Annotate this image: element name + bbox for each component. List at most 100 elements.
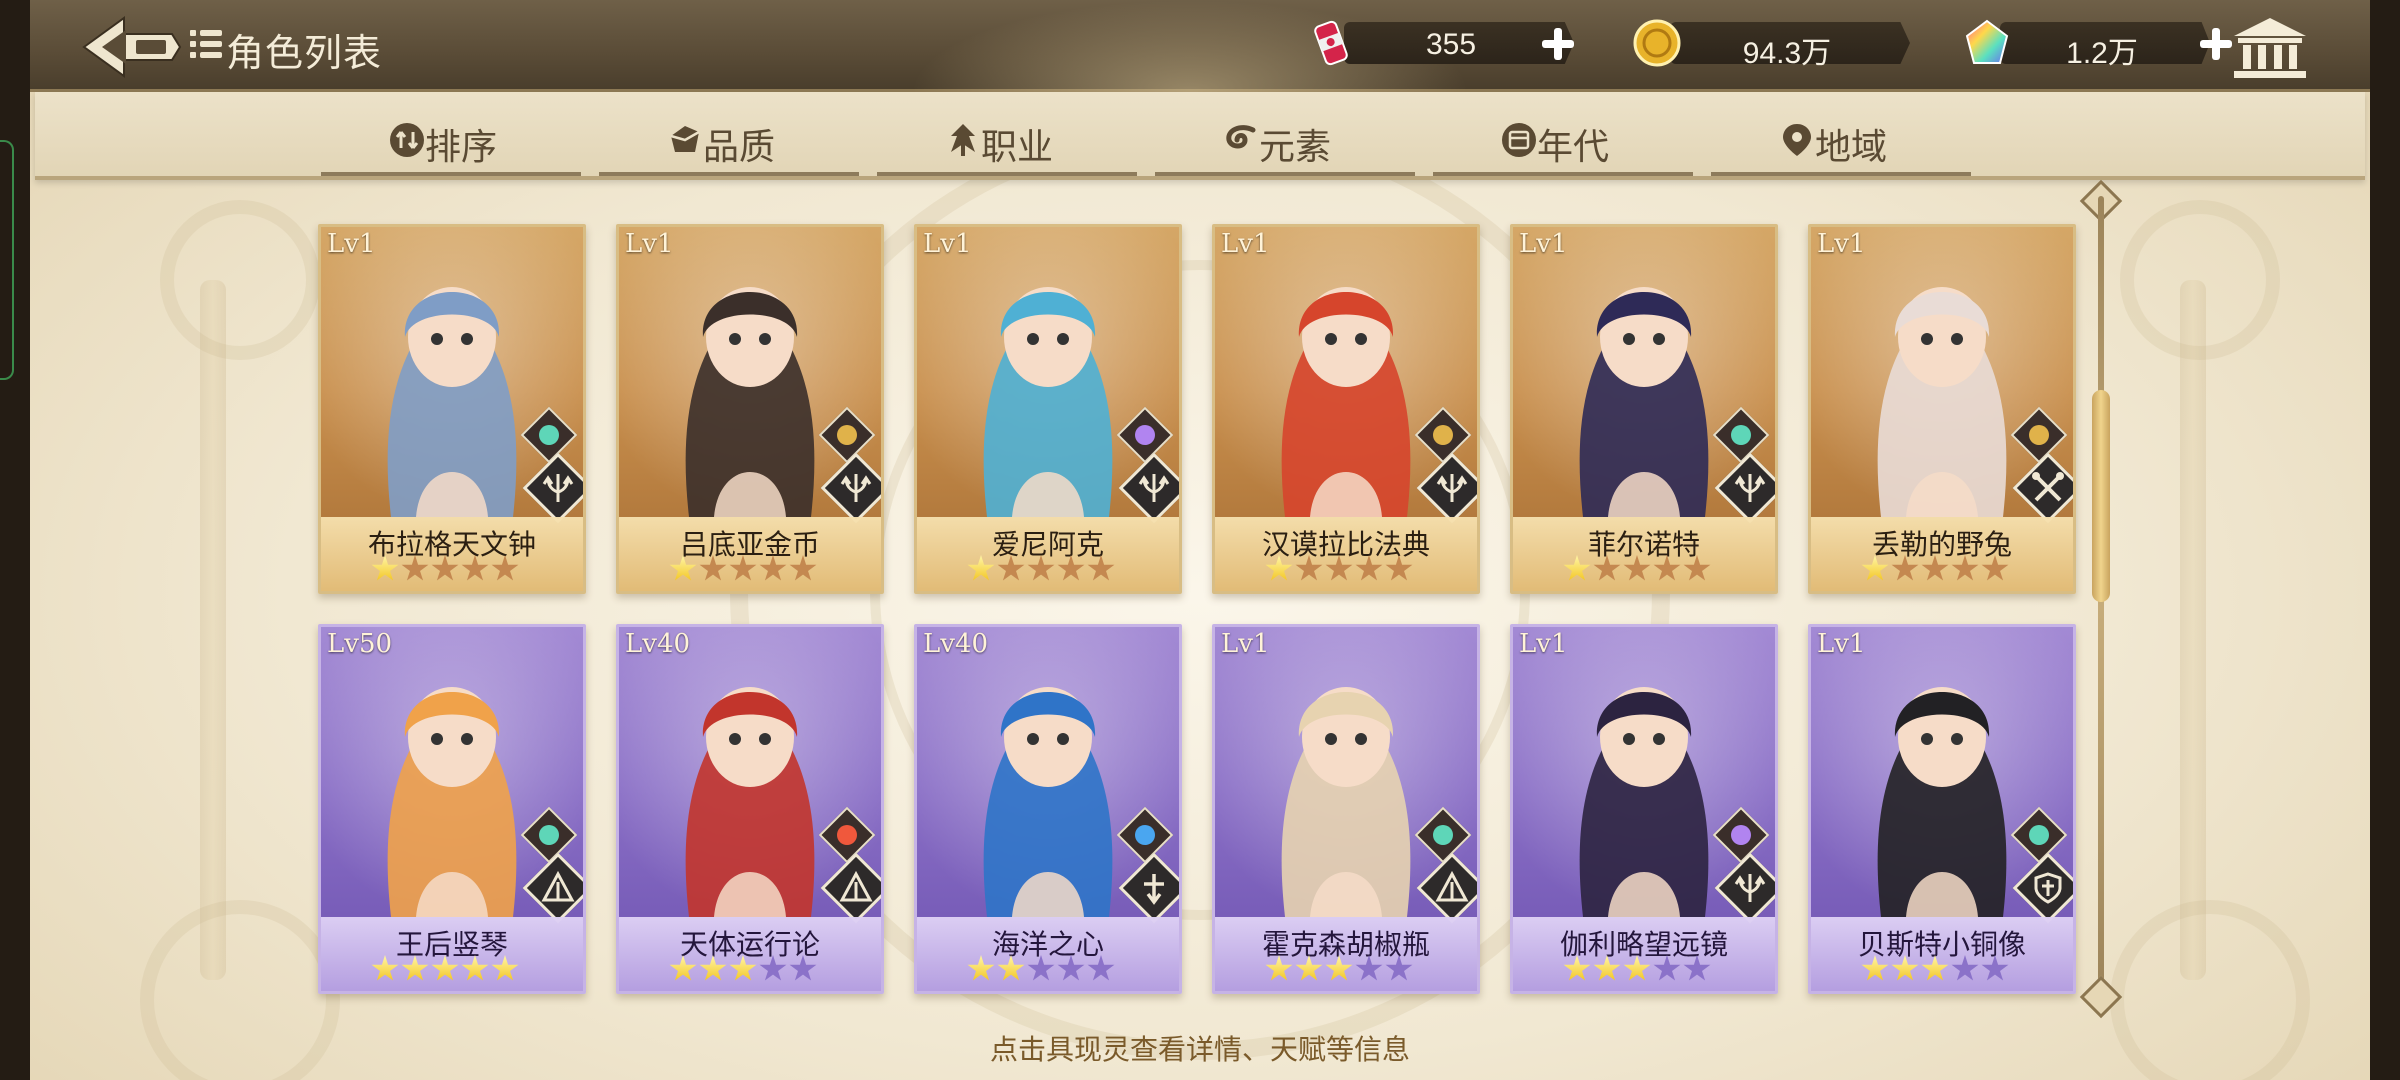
level-label: Lv1 xyxy=(327,229,376,259)
star-rating xyxy=(967,555,1147,585)
level-label: Lv40 xyxy=(923,629,989,659)
star-icon xyxy=(669,955,697,981)
star-icon xyxy=(1265,955,1293,981)
star-icon xyxy=(1355,555,1383,581)
star-icon xyxy=(1951,955,1979,981)
gold-coin-icon xyxy=(1633,19,1681,67)
star-icon xyxy=(1891,555,1919,581)
star-icon xyxy=(1295,555,1323,581)
star-icon xyxy=(1385,955,1413,981)
filter-bar: 排序 品质 职业 元素 年代 地域 xyxy=(35,92,2365,180)
star-icon xyxy=(669,555,697,581)
back-button[interactable] xyxy=(80,14,190,80)
star-icon xyxy=(1087,555,1115,581)
resource-gems: 1.2万 xyxy=(1962,18,2242,70)
character-card[interactable]: Lv50 王后竖琴 xyxy=(318,624,586,994)
star-icon xyxy=(1295,955,1323,981)
star-icon xyxy=(1563,955,1591,981)
filter-era[interactable]: 年代 xyxy=(1433,92,1693,176)
star-rating xyxy=(1265,555,1445,585)
star-icon xyxy=(759,555,787,581)
star-icon xyxy=(431,955,459,981)
character-card[interactable]: Lv40 海洋之心 xyxy=(914,624,1182,994)
star-icon xyxy=(1623,955,1651,981)
star-icon xyxy=(431,555,459,581)
star-icon xyxy=(461,555,489,581)
bank-button[interactable] xyxy=(2230,14,2310,80)
filter-quality[interactable]: 品质 xyxy=(599,92,859,176)
level-label: Lv1 xyxy=(1519,629,1568,659)
list-icon xyxy=(190,30,222,62)
level-label: Lv50 xyxy=(327,629,393,659)
star-rating xyxy=(669,955,849,985)
star-icon xyxy=(729,555,757,581)
top-bar: 角色列表 355 94.3万 1.2万 xyxy=(30,0,2370,92)
character-card[interactable]: Lv1 吕底亚金币 xyxy=(616,224,884,594)
star-rating xyxy=(1563,555,1743,585)
scrollbar-thumb[interactable] xyxy=(2092,390,2110,603)
filter-region[interactable]: 地域 xyxy=(1711,92,1971,176)
star-icon xyxy=(997,555,1025,581)
calendar-icon xyxy=(1502,123,1536,157)
star-rating xyxy=(1861,955,2041,985)
level-label: Lv1 xyxy=(625,229,674,259)
star-icon xyxy=(491,555,519,581)
star-icon xyxy=(699,555,727,581)
star-rating xyxy=(1563,955,1743,985)
character-card[interactable]: Lv1 菲尔诺特 xyxy=(1510,224,1778,594)
star-icon xyxy=(1891,955,1919,981)
filter-sort[interactable]: 排序 xyxy=(321,92,581,176)
gem-quality-icon xyxy=(670,126,700,152)
level-label: Lv1 xyxy=(1221,229,1270,259)
star-icon xyxy=(491,955,519,981)
star-icon xyxy=(1355,955,1383,981)
hint-text: 点击具现灵查看详情、天赋等信息 xyxy=(989,1034,1410,1065)
star-icon xyxy=(1057,955,1085,981)
star-icon xyxy=(729,955,757,981)
add-stamina-button[interactable] xyxy=(1538,24,1578,64)
gold-value: 94.3万 xyxy=(1742,37,1832,70)
star-icon xyxy=(1087,955,1115,981)
filter-class-label: 职业 xyxy=(981,126,1054,167)
bank-building-icon xyxy=(2234,18,2306,78)
star-icon xyxy=(1861,955,1889,981)
character-card[interactable]: Lv1 霍克森胡椒瓶 xyxy=(1212,624,1480,994)
left-pillar-ornament xyxy=(200,280,226,980)
star-icon xyxy=(967,555,995,581)
character-card[interactable]: Lv1 伽利略望远镜 xyxy=(1510,624,1778,994)
side-handle[interactable] xyxy=(0,140,14,380)
character-card[interactable]: Lv40 天体运行论 xyxy=(616,624,884,994)
filter-class[interactable]: 职业 xyxy=(877,92,1137,176)
star-icon xyxy=(1921,955,1949,981)
screen-right-edge xyxy=(2370,0,2400,1080)
character-card[interactable]: Lv1 贝斯特小铜像 xyxy=(1808,624,2076,994)
star-icon xyxy=(401,555,429,581)
star-icon xyxy=(1861,555,1889,581)
star-icon xyxy=(1981,555,2009,581)
character-card[interactable]: Lv1 汉谟拉比法典 xyxy=(1212,224,1480,594)
character-card[interactable]: Lv1 布拉格天文钟 xyxy=(318,224,586,594)
resource-gold: 94.3万 xyxy=(1632,18,1912,70)
class-icon xyxy=(951,124,975,156)
star-icon xyxy=(1623,555,1651,581)
star-rating xyxy=(669,555,849,585)
filter-region-label: 地域 xyxy=(1815,126,1888,167)
filter-element-label: 元素 xyxy=(1259,126,1332,167)
location-pin-icon xyxy=(1783,124,1811,156)
level-label: Lv1 xyxy=(1221,629,1270,659)
level-label: Lv1 xyxy=(923,229,972,259)
star-icon xyxy=(1385,555,1413,581)
character-card[interactable]: Lv1 爱尼阿克 xyxy=(914,224,1182,594)
left-scroll-ornament xyxy=(160,200,320,360)
star-icon xyxy=(1653,955,1681,981)
star-rating xyxy=(1861,555,2041,585)
resource-stamina: 355 xyxy=(1306,18,1586,68)
star-icon xyxy=(759,955,787,981)
star-icon xyxy=(1325,955,1353,981)
character-card[interactable]: Lv1 丢勒的野兔 xyxy=(1808,224,2076,594)
filter-quality-label: 品质 xyxy=(703,126,776,167)
filter-element[interactable]: 元素 xyxy=(1155,92,1415,176)
filter-sort-label: 排序 xyxy=(425,126,498,167)
star-icon xyxy=(1265,555,1293,581)
level-label: Lv1 xyxy=(1817,629,1866,659)
